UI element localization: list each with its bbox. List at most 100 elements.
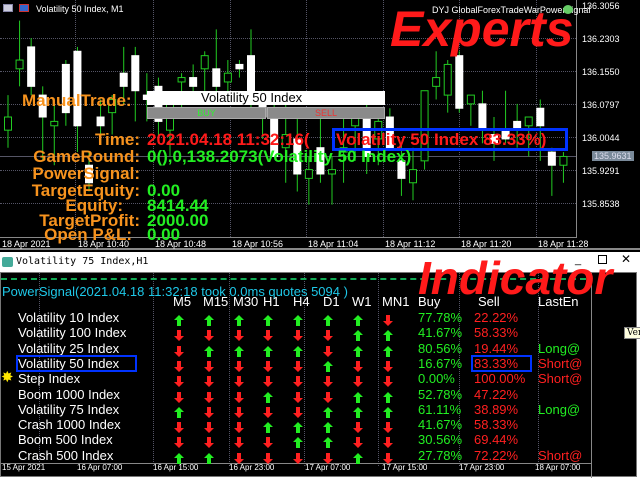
arrow-up-icon xyxy=(293,435,303,449)
arrow-down-icon xyxy=(323,390,333,403)
buy-value: 27.78% xyxy=(418,447,463,463)
arrow-down-icon xyxy=(263,328,273,342)
arrow-up-icon xyxy=(204,451,214,464)
arrow-up-icon xyxy=(204,344,214,357)
arrow-down-icon xyxy=(293,390,303,403)
arrow-down-icon xyxy=(293,451,303,464)
arrow-down-icon xyxy=(263,359,273,372)
arrow-down-icon xyxy=(204,374,214,388)
price-label: 135.8538 xyxy=(582,199,620,209)
time-label: 18 Apr 10:56 xyxy=(232,239,284,249)
candle xyxy=(559,152,568,183)
selected-sell-box xyxy=(471,355,532,372)
sell-button[interactable]: SELL xyxy=(267,107,385,119)
buy-value: 30.56% xyxy=(418,432,463,448)
last-value: Long@ xyxy=(538,340,581,356)
arrow-up-icon xyxy=(174,313,184,326)
arrow-down-icon xyxy=(174,359,184,372)
arrow-up-icon xyxy=(323,435,333,449)
indicator-overlay-label: Indicator xyxy=(418,252,613,304)
buy-button[interactable]: BUY xyxy=(147,107,266,119)
last-value: Short@ xyxy=(538,371,583,387)
chart-title: Volatility 50 Index, M1 xyxy=(36,4,124,14)
arrow-up-icon xyxy=(323,359,333,372)
symbol-name[interactable]: Volatility 10 Index xyxy=(18,310,119,325)
col-header-m15: M15 xyxy=(203,294,229,309)
col-header-h4: H4 xyxy=(293,294,310,309)
arrow-down-icon xyxy=(204,405,214,418)
arrow-up-icon xyxy=(383,390,393,403)
arrow-down-icon xyxy=(174,328,184,342)
symbol-name[interactable]: Boom 500 Index xyxy=(18,432,113,447)
arrow-up-icon xyxy=(323,313,333,326)
arrow-down-icon xyxy=(204,390,214,403)
experts-overlay-label: Experts xyxy=(390,1,574,57)
candle xyxy=(15,20,24,87)
arrow-down-icon xyxy=(234,420,244,434)
time-label: 17 Apr 07:00 xyxy=(305,463,351,472)
time-label: 16 Apr 15:00 xyxy=(153,463,199,472)
candle xyxy=(4,95,12,148)
star-icon: ✸ xyxy=(1,369,14,386)
arrow-up-icon xyxy=(174,451,184,464)
col-header-w1: W1 xyxy=(352,294,372,309)
arrow-down-icon xyxy=(323,451,333,464)
last-value: Short@ xyxy=(538,447,583,463)
arrow-down-icon xyxy=(234,451,244,464)
time-label: 18 Apr 11:28 xyxy=(538,239,589,249)
last-value: Short@ xyxy=(538,355,583,371)
close-button[interactable]: ✕ xyxy=(621,252,631,266)
price-label: 136.1550 xyxy=(582,67,620,77)
col-header-m5: M5 xyxy=(173,294,192,309)
symbol-name[interactable]: Step Index xyxy=(18,371,80,386)
symbol-name[interactable]: Volatility 25 Index xyxy=(18,341,119,356)
symbol-name[interactable]: Volatility 100 Index xyxy=(18,325,126,340)
arrow-down-icon xyxy=(234,405,244,418)
arrow-down-icon xyxy=(383,435,393,449)
arrow-up-icon xyxy=(263,390,273,403)
arrow-down-icon xyxy=(323,344,333,357)
arrow-up-icon xyxy=(353,313,363,326)
symbol-name[interactable]: Crash 500 Index xyxy=(18,448,113,463)
col-header-mn1: MN1 xyxy=(382,294,410,309)
time-value: 2021.04.18 11:32:16( xyxy=(147,130,310,149)
candle xyxy=(235,60,244,78)
arrow-down-icon xyxy=(353,374,363,388)
col-header-buy: Buy xyxy=(418,294,441,309)
arrow-down-icon xyxy=(174,390,184,403)
openpl-value: 0.00 xyxy=(147,225,181,244)
arrow-down-icon xyxy=(234,359,244,372)
arrow-up-icon xyxy=(353,451,363,464)
arrow-down-icon xyxy=(234,435,244,449)
arrow-up-icon xyxy=(323,420,333,434)
arrow-up-icon xyxy=(353,328,363,342)
time-label: 17 Apr 15:00 xyxy=(382,463,428,472)
col-header-sell: Sell xyxy=(478,294,500,309)
buy-value: 0.00% xyxy=(418,371,455,387)
sell-value: 38.89% xyxy=(474,401,519,417)
arrow-down-icon xyxy=(383,313,393,326)
time-label: 18 Apr 11:12 xyxy=(385,239,436,249)
arrow-down-icon xyxy=(174,435,184,449)
price-label: 136.2303 xyxy=(582,34,620,44)
arrow-down-icon xyxy=(234,390,244,403)
symbol-name[interactable]: Crash 1000 Index xyxy=(18,417,121,432)
time-label: 18 Apr 07:00 xyxy=(535,463,581,472)
candle xyxy=(466,94,475,126)
arrow-down-icon xyxy=(293,328,303,342)
current-price-label: 135.9631 xyxy=(592,151,634,161)
arrow-down-icon xyxy=(383,451,393,464)
arrow-down-icon xyxy=(353,359,363,372)
buy-value: 41.67% xyxy=(418,325,463,341)
symbol-name[interactable]: Volatility 75 Index xyxy=(18,402,119,417)
time-label: 18 Apr 11:20 xyxy=(461,239,512,249)
sell-value: 69.44% xyxy=(474,432,519,448)
symbol-input[interactable]: Volatility 50 Index xyxy=(147,91,385,105)
symbol-name[interactable]: Boom 1000 Index xyxy=(18,387,120,402)
arrow-up-icon xyxy=(353,405,363,418)
powersignal-label: PowerSignal: xyxy=(32,164,140,183)
arrow-up-icon xyxy=(383,344,393,357)
selected-symbol-box xyxy=(16,355,137,372)
col-header-m30: M30 xyxy=(233,294,259,309)
tooltip: Ver xyxy=(624,327,640,339)
